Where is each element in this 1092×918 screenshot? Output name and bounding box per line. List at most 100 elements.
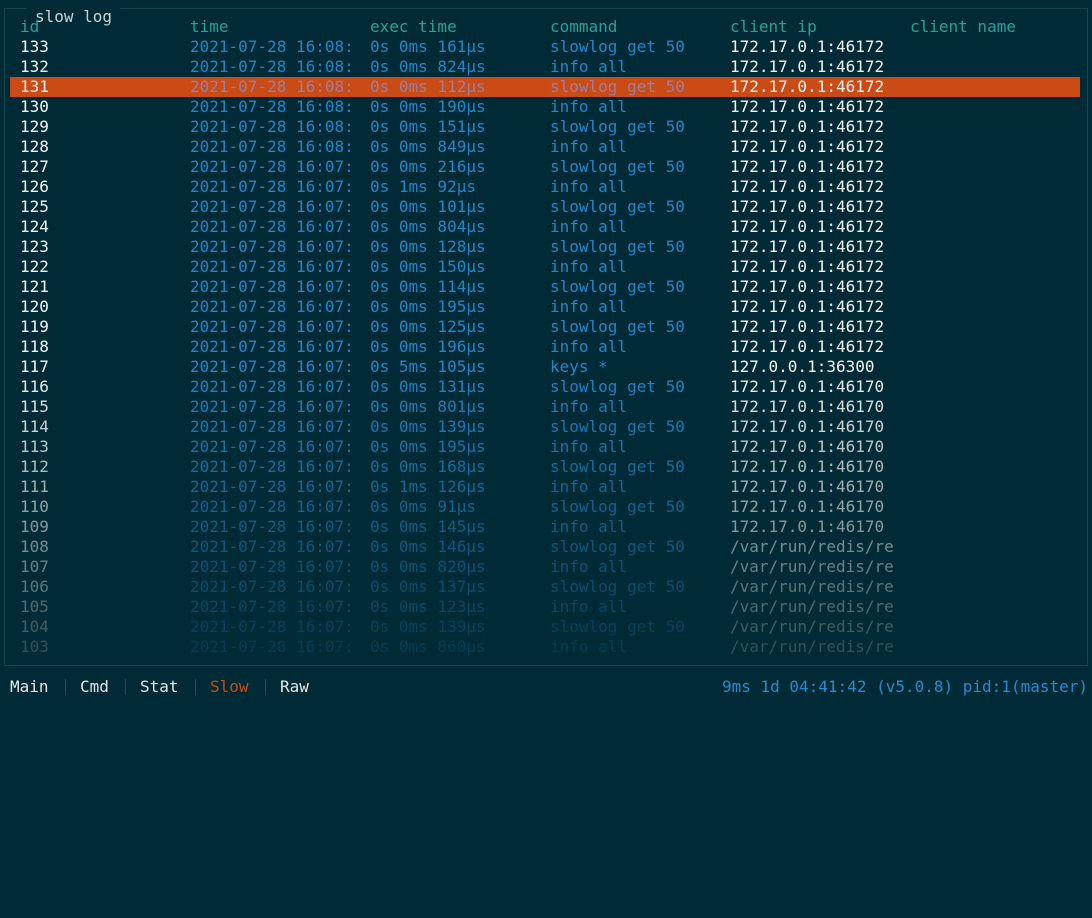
cell-id: 122 [20, 257, 49, 276]
cell-time: 2021-07-28 16:08: [190, 137, 354, 156]
cell-time: 2021-07-28 16:07: [190, 337, 354, 356]
cell-exec-time: 0s 1ms 126μs [370, 477, 486, 496]
cell-client-ip: 172.17.0.1:46172 [730, 57, 885, 76]
cell-id: 113 [20, 437, 49, 456]
cell-exec-time: 0s 0ms 131μs [370, 377, 486, 396]
cell-command: slowlog get 50 [550, 457, 685, 476]
cell-client-ip: 172.17.0.1:46170 [730, 517, 885, 536]
cell-time: 2021-07-28 16:08: [190, 57, 354, 76]
table-row[interactable]: 106 2021-07-28 16:07: 0s 0ms 137μs slowlog … [10, 577, 1080, 597]
cell-id: 120 [20, 297, 49, 316]
cell-id: 117 [20, 357, 49, 376]
tab-main[interactable]: Main [10, 676, 49, 698]
cell-client-ip: /var/run/redis/re [730, 557, 894, 576]
cell-exec-time: 0s 0ms 112μs [370, 77, 486, 96]
slow-log-table[interactable]: id time exec time command client ip clie… [10, 17, 1080, 657]
table-row[interactable]: 119 2021-07-28 16:07: 0s 0ms 125μs slowlog … [10, 317, 1080, 337]
cell-client-ip: 172.17.0.1:46172 [730, 197, 885, 216]
cell-command: slowlog get 50 [550, 377, 685, 396]
table-row[interactable]: 117 2021-07-28 16:07: 0s 5ms 105μs keys * 12… [10, 357, 1080, 377]
table-header: id time exec time command client ip clie… [10, 17, 1080, 37]
table-row[interactable]: 118 2021-07-28 16:07: 0s 0ms 196μs info all… [10, 337, 1080, 357]
table-row[interactable]: 123 2021-07-28 16:07: 0s 0ms 128μs slowlog … [10, 237, 1080, 257]
table-row[interactable]: 126 2021-07-28 16:07: 0s 1ms 92μs info all 1… [10, 177, 1080, 197]
cell-id: 115 [20, 397, 49, 416]
cell-command: info all [550, 397, 628, 416]
table-row[interactable]: 108 2021-07-28 16:07: 0s 0ms 146μs slowlog … [10, 537, 1080, 557]
cell-exec-time: 0s 0ms 820μs [370, 557, 486, 576]
cell-time: 2021-07-28 16:07: [190, 577, 354, 596]
table-row[interactable]: 130 2021-07-28 16:08: 0s 0ms 190μs info all… [10, 97, 1080, 117]
table-row[interactable]: 120 2021-07-28 16:07: 0s 0ms 195μs info all… [10, 297, 1080, 317]
cell-time: 2021-07-28 16:07: [190, 277, 354, 296]
column-header-exec-time: exec time [370, 17, 457, 36]
table-row[interactable]: 128 2021-07-28 16:08: 0s 0ms 849μs info all… [10, 137, 1080, 157]
cell-exec-time: 0s 0ms 150μs [370, 257, 486, 276]
table-row[interactable]: 111 2021-07-28 16:07: 0s 1ms 126μs info all… [10, 477, 1080, 497]
cell-id: 103 [20, 637, 49, 656]
cell-time: 2021-07-28 16:07: [190, 617, 354, 636]
cell-exec-time: 0s 0ms 139μs [370, 417, 486, 436]
table-row[interactable]: 122 2021-07-28 16:07: 0s 0ms 150μs info all… [10, 257, 1080, 277]
table-row[interactable]: 127 2021-07-28 16:07: 0s 0ms 216μs slowlog … [10, 157, 1080, 177]
table-row[interactable]: 116 2021-07-28 16:07: 0s 0ms 131μs slowlog … [10, 377, 1080, 397]
cell-client-ip: 172.17.0.1:46172 [730, 137, 885, 156]
table-row[interactable]: 129 2021-07-28 16:08: 0s 0ms 151μs slowlog … [10, 117, 1080, 137]
tab-cmd[interactable]: Cmd [80, 676, 109, 698]
table-row[interactable]: 110 2021-07-28 16:07: 0s 0ms 91μs slowlog g… [10, 497, 1080, 517]
cell-exec-time: 0s 0ms 168μs [370, 457, 486, 476]
cell-exec-time: 0s 0ms 860μs [370, 637, 486, 656]
cell-time: 2021-07-28 16:07: [190, 357, 354, 376]
cell-client-ip: 172.17.0.1:46172 [730, 337, 885, 356]
cell-id: 112 [20, 457, 49, 476]
table-row[interactable]: 131 2021-07-28 16:08: 0s 0ms 112μs slowlog … [10, 77, 1080, 97]
cell-id: 125 [20, 197, 49, 216]
cell-time: 2021-07-28 16:07: [190, 417, 354, 436]
table-row[interactable]: 113 2021-07-28 16:07: 0s 0ms 195μs info all… [10, 437, 1080, 457]
tab-raw[interactable]: Raw [280, 676, 309, 698]
table-row[interactable]: 103 2021-07-28 16:07: 0s 0ms 860μs info all… [10, 637, 1080, 657]
cell-command: info all [550, 257, 628, 276]
column-header-command: command [550, 17, 618, 36]
table-row[interactable]: 132 2021-07-28 16:08: 0s 0ms 824μs info all… [10, 57, 1080, 77]
cell-id: 121 [20, 277, 49, 296]
table-row[interactable]: 109 2021-07-28 16:07: 0s 0ms 145μs info all… [10, 517, 1080, 537]
cell-client-ip: 172.17.0.1:46172 [730, 277, 885, 296]
cell-id: 129 [20, 117, 49, 136]
cell-client-ip: 172.17.0.1:46172 [730, 317, 885, 336]
table-row[interactable]: 112 2021-07-28 16:07: 0s 0ms 168μs slowlog … [10, 457, 1080, 477]
tab-separator [265, 679, 266, 695]
cell-command: info all [550, 337, 628, 356]
cell-exec-time: 0s 0ms 114μs [370, 277, 486, 296]
cell-exec-time: 0s 0ms 125μs [370, 317, 486, 336]
cell-id: 119 [20, 317, 49, 336]
tab-separator [195, 679, 196, 695]
tab-stat[interactable]: Stat [140, 676, 179, 698]
table-row[interactable]: 124 2021-07-28 16:07: 0s 0ms 804μs info all… [10, 217, 1080, 237]
cell-time: 2021-07-28 16:08: [190, 97, 354, 116]
table-row[interactable]: 114 2021-07-28 16:07: 0s 0ms 139μs slowlog … [10, 417, 1080, 437]
table-row[interactable]: 115 2021-07-28 16:07: 0s 0ms 801μs info all… [10, 397, 1080, 417]
table-row[interactable]: 107 2021-07-28 16:07: 0s 0ms 820μs info all… [10, 557, 1080, 577]
cell-command: info all [550, 637, 628, 656]
cell-exec-time: 0s 0ms 139μs [370, 617, 486, 636]
cell-id: 107 [20, 557, 49, 576]
table-row[interactable]: 121 2021-07-28 16:07: 0s 0ms 114μs slowlog … [10, 277, 1080, 297]
tab-separator [65, 679, 66, 695]
tab-slow[interactable]: Slow [210, 676, 249, 698]
cell-time: 2021-07-28 16:07: [190, 437, 354, 456]
cell-time: 2021-07-28 16:08: [190, 77, 354, 96]
table-row[interactable]: 104 2021-07-28 16:07: 0s 0ms 139μs slowlog … [10, 617, 1080, 637]
cell-client-ip: 172.17.0.1:46172 [730, 297, 885, 316]
table-row[interactable]: 105 2021-07-28 16:07: 0s 0ms 123μs info all… [10, 597, 1080, 617]
cell-time: 2021-07-28 16:07: [190, 637, 354, 656]
table-row[interactable]: 125 2021-07-28 16:07: 0s 0ms 101μs slowlog … [10, 197, 1080, 217]
column-header-client-ip: client ip [730, 17, 817, 36]
cell-command: info all [550, 557, 628, 576]
cell-command: slowlog get 50 [550, 157, 685, 176]
table-row[interactable]: 133 2021-07-28 16:08: 0s 0ms 161μs slowlog … [10, 37, 1080, 57]
cell-client-ip: 172.17.0.1:46172 [730, 217, 885, 236]
cell-command: info all [550, 477, 628, 496]
cell-time: 2021-07-28 16:07: [190, 377, 354, 396]
cell-time: 2021-07-28 16:07: [190, 177, 354, 196]
